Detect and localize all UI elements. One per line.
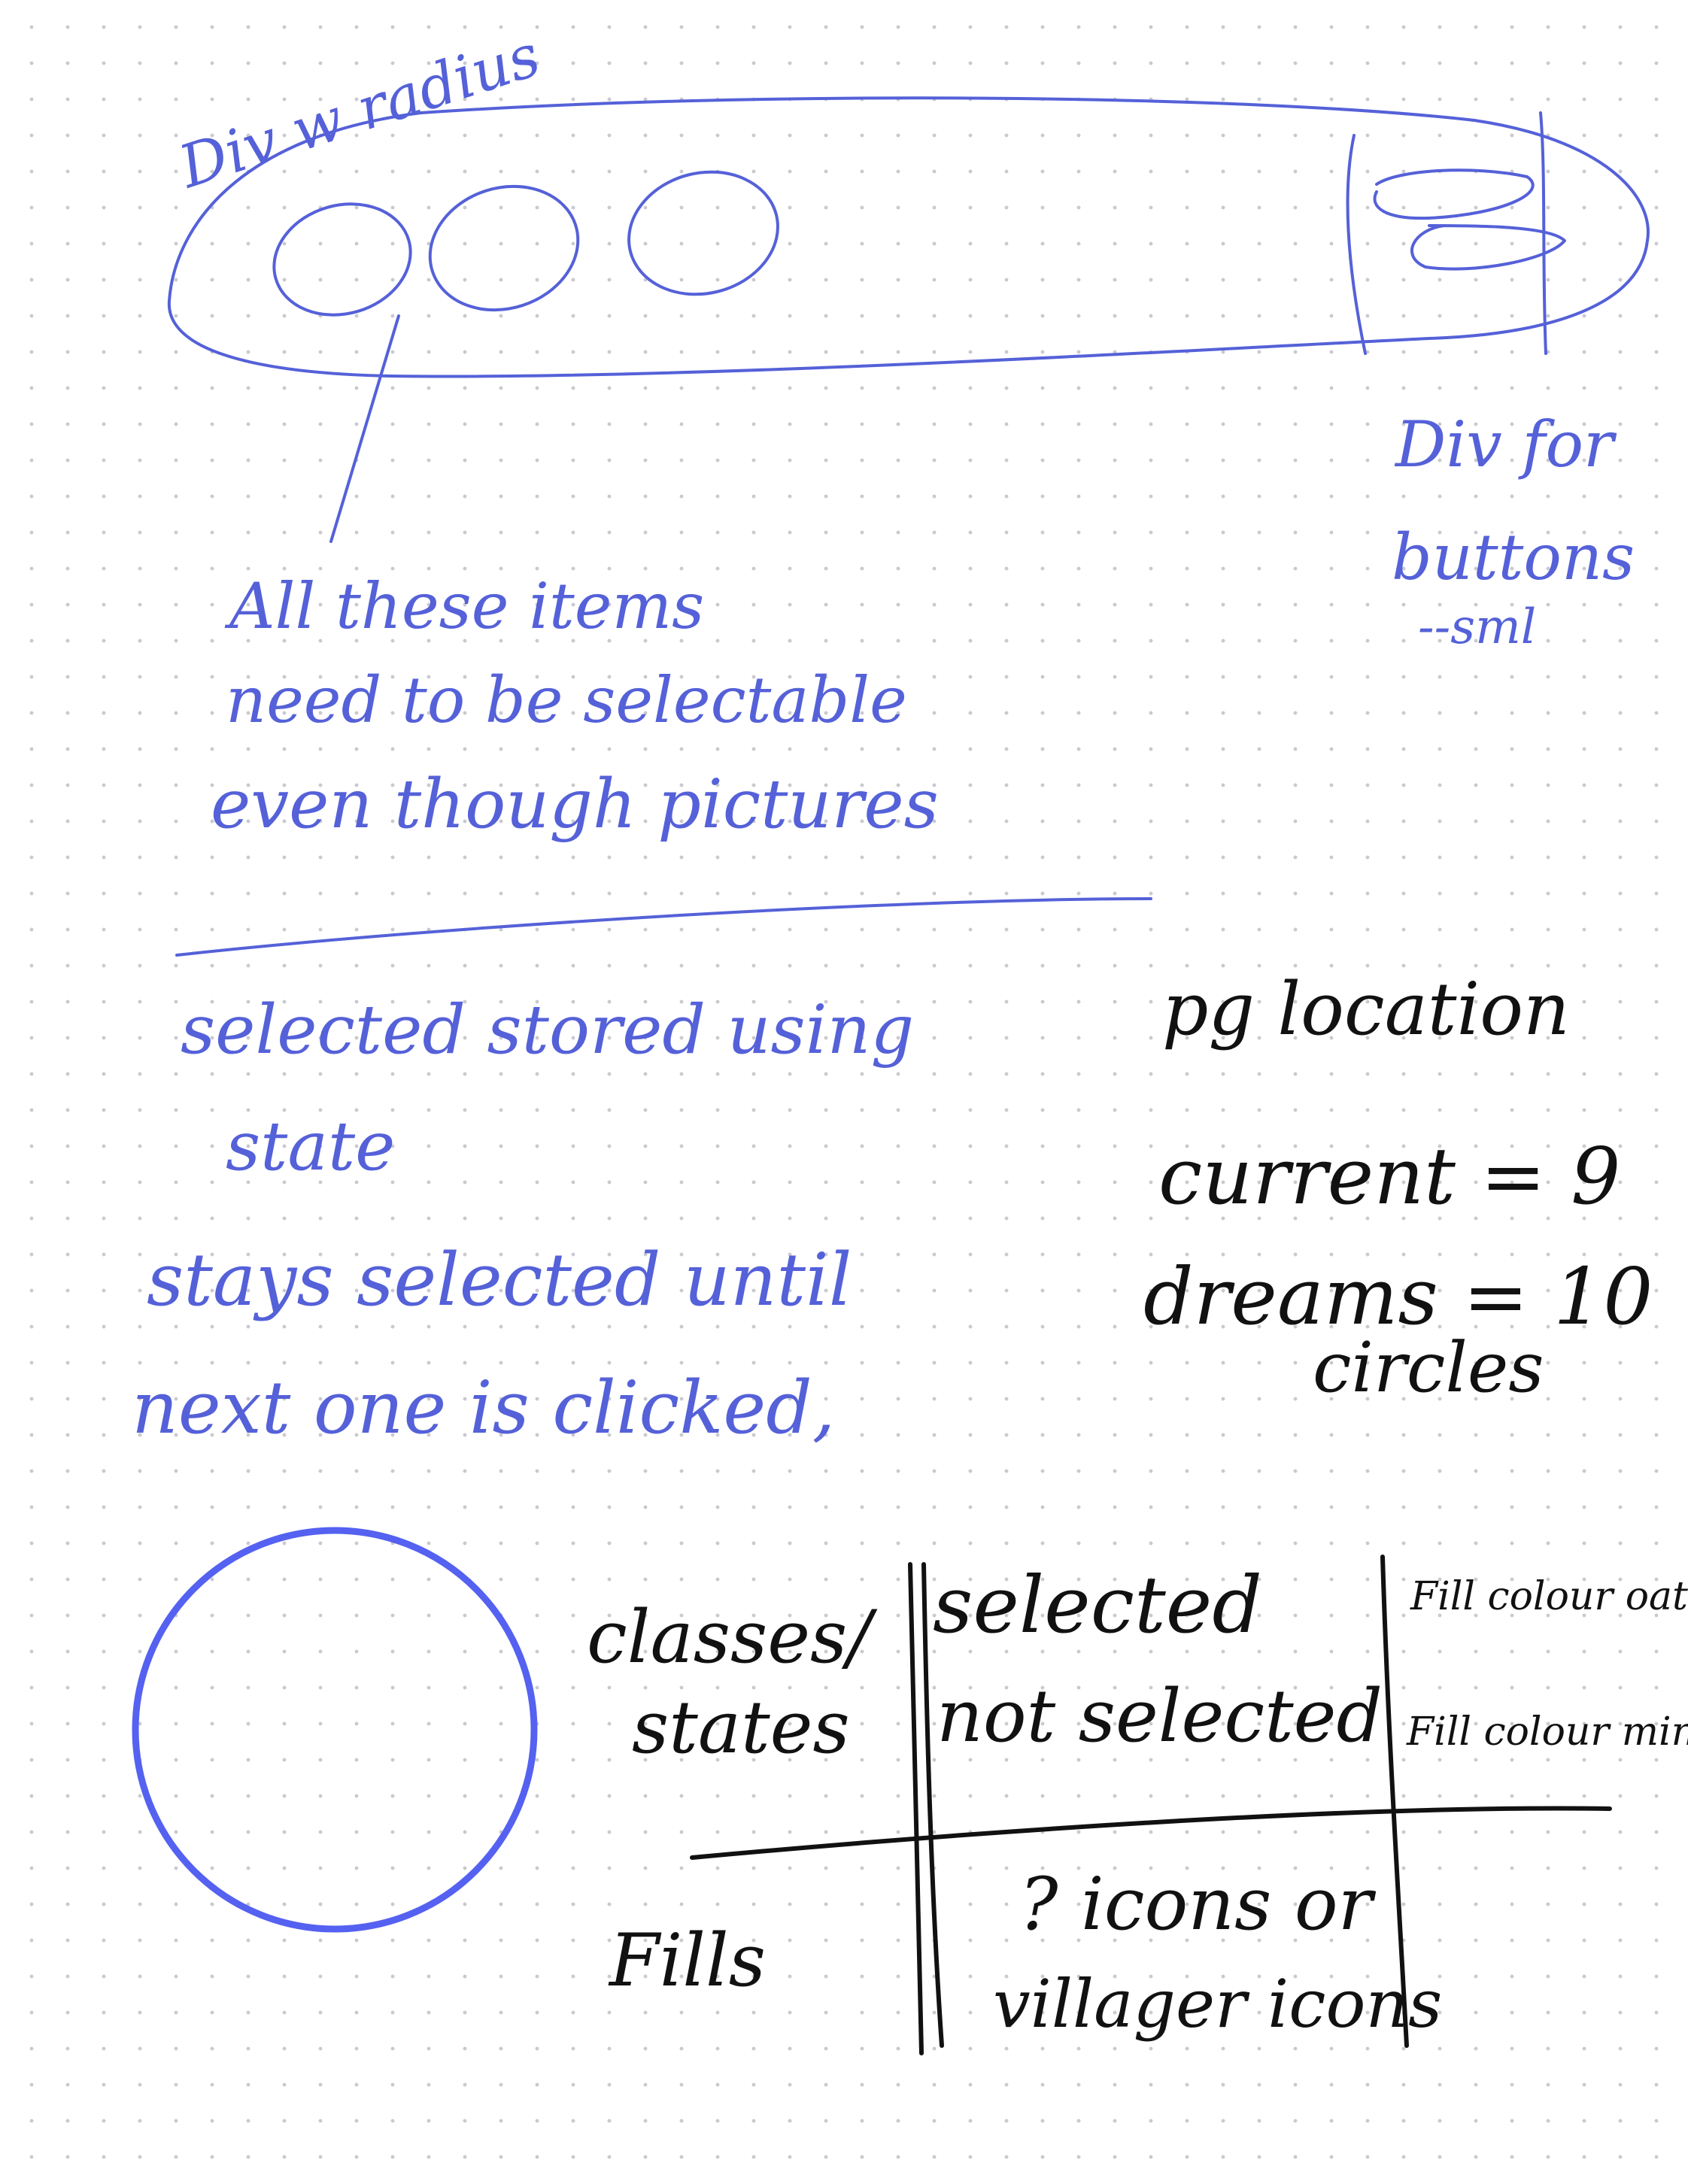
selectable-note-line-2: need to be selectable: [226, 663, 907, 737]
buttons-div-label: Div for buttons --sml: [1392, 408, 1635, 655]
table-state-not-selected: not selected: [937, 1674, 1383, 1758]
outer-pill-div: [167, 96, 1650, 378]
table-row-label-fills: Fills: [608, 1919, 766, 2003]
small-button-top: [1373, 168, 1535, 220]
table-fill-not-selected: Fill colour mint: [1406, 1709, 1688, 1755]
selection-circle: [132, 1527, 538, 1933]
state-note: selected stored using state stays select…: [132, 990, 914, 1450]
table-vertical-divider-left-a: [908, 1562, 924, 2055]
table-row-value-line-1: ? icons or: [1019, 1862, 1377, 1946]
selectable-note-line-1: All these items: [224, 569, 704, 643]
state-note-line-4: next one is clicked,: [132, 1366, 835, 1450]
table-corner-header-line-1: classes/: [587, 1595, 878, 1679]
selectable-note: All these items need to be selectable ev…: [211, 569, 939, 844]
table-row-value-line-2: villager icons: [993, 1965, 1442, 2043]
page-location-line-1: pg location: [1162, 967, 1570, 1051]
selectable-circle-1: [272, 202, 412, 317]
page-location-line-4: circles: [1313, 1327, 1544, 1408]
state-note-line-1: selected stored using: [181, 990, 914, 1069]
buttons-div-label-line-3: --sml: [1418, 599, 1536, 655]
state-note-line-2: state: [226, 1107, 395, 1186]
selectable-circle-2: [428, 184, 580, 312]
section-divider: [175, 897, 1152, 957]
states-table: classes/ states selected not selected Fi…: [587, 1555, 1688, 2055]
table-fill-selected: Fill colour oat: [1410, 1574, 1688, 1619]
outer-div-label: Div w radius: [170, 22, 548, 202]
button-div-left-edge: [1346, 134, 1367, 355]
state-note-line-3: stays selected until: [147, 1238, 852, 1322]
page-location-line-2: current = 9: [1158, 1130, 1620, 1222]
sketch-canvas: Div w radius Div for buttons --sml All t…: [132, 22, 1688, 2055]
page-location-note: pg location current = 9 dreams = 10 circ…: [1143, 967, 1653, 1408]
pointer-line: [329, 314, 400, 543]
buttons-div-label-line-1: Div for: [1394, 408, 1617, 481]
selectable-note-line-3: even though pictures: [211, 765, 939, 844]
small-button-bottom: [1410, 224, 1566, 271]
table-horizontal-divider: [690, 1806, 1612, 1860]
table-state-selected: selected: [933, 1559, 1262, 1651]
selectable-circle-3: [627, 170, 779, 296]
buttons-div-label-line-2: buttons: [1392, 520, 1635, 594]
table-corner-header-line-2: states: [632, 1685, 850, 1770]
